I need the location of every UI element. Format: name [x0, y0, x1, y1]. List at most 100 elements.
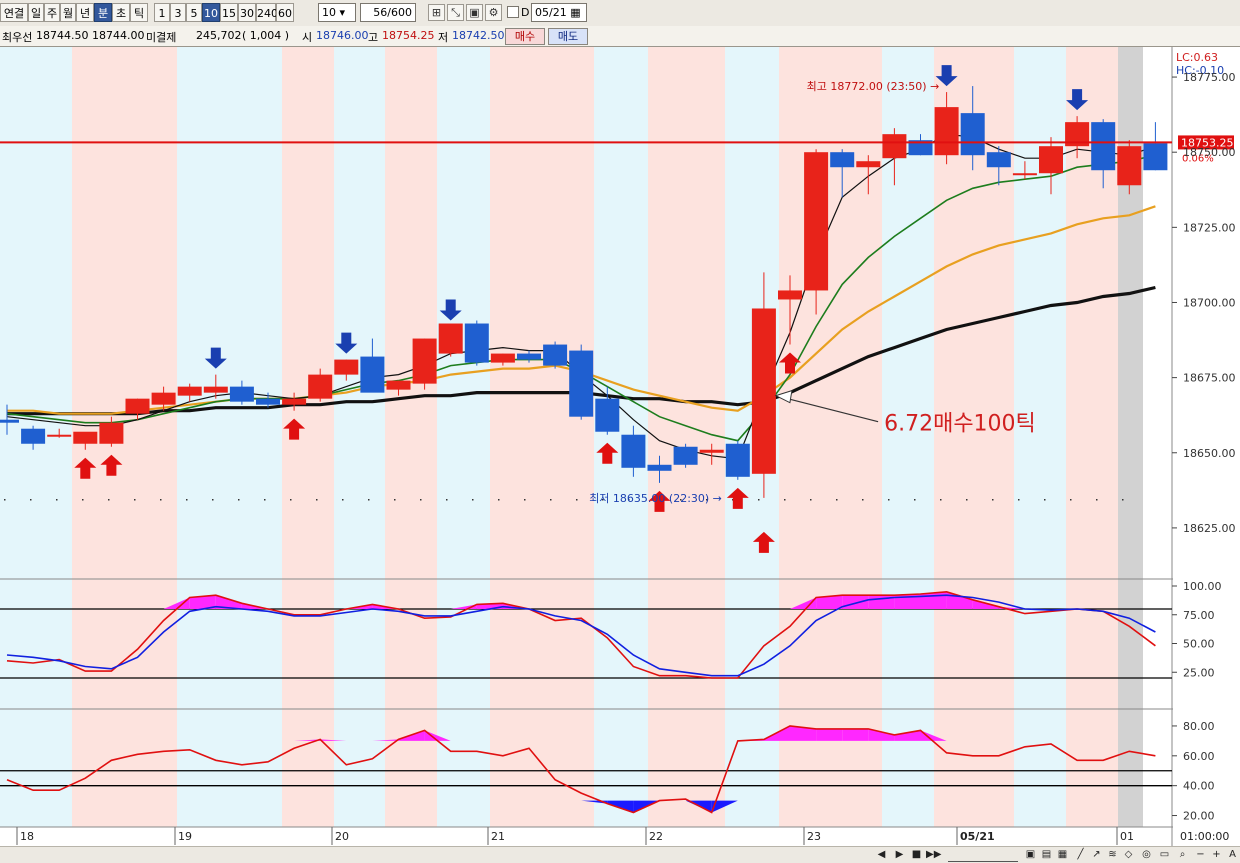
session-band: [334, 47, 385, 827]
period-button-2[interactable]: 주: [44, 3, 60, 22]
sell-button[interactable]: 매도: [548, 28, 588, 45]
dotted-level: [1044, 499, 1046, 501]
session-band: [490, 47, 594, 827]
dotted-level: [836, 499, 838, 501]
dotted-level: [550, 499, 552, 501]
period-button-14[interactable]: 240: [256, 3, 278, 22]
period-button-1[interactable]: 일: [28, 3, 44, 22]
dotted-level: [4, 499, 6, 501]
period-button-11[interactable]: 10: [202, 3, 220, 22]
candle-body: [1039, 146, 1063, 174]
shape-tool-icon[interactable]: ◇: [1122, 848, 1135, 861]
date-checkbox[interactable]: [507, 6, 519, 18]
y-tick-label: 18750.00: [1183, 146, 1236, 159]
candle-body: [673, 446, 698, 465]
open-label: 시: [302, 31, 313, 44]
scroll-left-icon[interactable]: ◀: [875, 848, 888, 861]
x-tick-label: 23: [807, 830, 821, 843]
time-label: 01:00:00: [1180, 830, 1229, 843]
period-button-4[interactable]: 년: [76, 3, 94, 22]
osc2-tick-label: 80.00: [1183, 720, 1215, 733]
dotted-level: [758, 499, 760, 501]
open-interest: 245,702: [196, 29, 242, 42]
period-button-0[interactable]: 연결: [0, 3, 28, 22]
period-button-7[interactable]: 틱: [130, 3, 148, 22]
y-tick-label: 18725.00: [1183, 221, 1236, 234]
period-button-8[interactable]: 1: [154, 3, 170, 22]
save-icon[interactable]: ▣: [466, 4, 483, 21]
period-button-6[interactable]: 초: [112, 3, 130, 22]
indicator-icon[interactable]: ⊞: [428, 4, 445, 21]
candle-body: [699, 449, 724, 453]
dotted-level: [56, 499, 58, 501]
buy-button[interactable]: 매수: [505, 28, 545, 45]
interval-select[interactable]: 10 ▾: [318, 3, 356, 22]
bar-count-field[interactable]: 56/600: [360, 3, 416, 22]
dotted-level: [1018, 499, 1020, 501]
fib-tool-icon[interactable]: ≋: [1106, 848, 1119, 861]
price-chart[interactable]: 18753.250.06%최고 18772.00 (23:50) →최저 186…: [0, 47, 1240, 846]
dotted-level: [940, 499, 942, 501]
osc2-tick-label: 40.00: [1183, 780, 1215, 793]
osc1-tick-label: 75.00: [1183, 609, 1215, 622]
y-tick-label: 18775.00: [1183, 71, 1236, 84]
stop-icon[interactable]: ■: [910, 848, 923, 861]
osc2-high-fill: [816, 728, 843, 741]
text-tool-icon[interactable]: A: [1226, 848, 1239, 861]
period-button-5[interactable]: 분: [94, 3, 112, 22]
dotted-level: [420, 499, 422, 501]
dotted-level: [524, 499, 526, 501]
candle-body: [151, 392, 176, 405]
y-tick-label: 18650.00: [1183, 447, 1236, 460]
dotted-level: [472, 499, 474, 501]
period-button-10[interactable]: 5: [186, 3, 202, 22]
period-button-15[interactable]: 60: [276, 3, 294, 22]
gear-icon[interactable]: ⚙: [485, 4, 502, 21]
candle-body: [647, 464, 672, 471]
plus-icon[interactable]: +: [1210, 848, 1223, 861]
zoom-slider[interactable]: [948, 848, 1018, 862]
dotted-level: [342, 499, 344, 501]
period-button-13[interactable]: 30: [238, 3, 256, 22]
osc1-tick-label: 50.00: [1183, 638, 1215, 651]
chart-toolbar: 연결 일 주 월 년 분 초 틱 1 3 5 10 15 30 240 60 10 ▾ 56/600 ⊞ ⤡ ▣ ⚙ D 05…: [0, 0, 1240, 27]
dotted-level: [446, 499, 448, 501]
grid-icon[interactable]: ▦: [1056, 848, 1069, 861]
box-tool-icon[interactable]: ▭: [1158, 848, 1171, 861]
compare-icon[interactable]: ⤡: [447, 4, 464, 21]
trend-tool-icon[interactable]: ↗: [1090, 848, 1103, 861]
period-button-3[interactable]: 월: [60, 3, 76, 22]
dotted-level: [316, 499, 318, 501]
osc2-tick-label: 60.00: [1183, 750, 1215, 763]
high-annotation: 최고 18772.00 (23:50) →: [807, 80, 940, 93]
line-tool-icon[interactable]: ╱: [1074, 848, 1087, 861]
play-icon[interactable]: ▶: [893, 848, 906, 861]
date-field[interactable]: 05/21 ▦: [531, 3, 587, 22]
candle-body: [778, 290, 802, 300]
fast-forward-icon[interactable]: ▶▶: [926, 848, 941, 861]
candle-body: [229, 386, 254, 402]
date-checkbox-label: D: [521, 6, 530, 19]
dotted-level: [368, 499, 370, 501]
dotted-level: [264, 499, 266, 501]
quote-info-bar: 최우선 18744.50 18744.00 미결제 245,702 ( 1,00…: [0, 26, 1240, 47]
dotted-level: [290, 499, 292, 501]
split-icon[interactable]: ▤: [1040, 848, 1053, 861]
trade-note: 6.72매수100틱: [884, 412, 1036, 437]
candle-body: [804, 152, 829, 291]
dotted-level: [134, 499, 136, 501]
osc1-overbought-fill: [842, 595, 869, 609]
candle-body: [412, 338, 437, 384]
layout-icon[interactable]: ▣: [1024, 848, 1037, 861]
zoom-icon[interactable]: ⌕: [1176, 848, 1189, 861]
lc-label: LC:0.63: [1176, 51, 1218, 64]
minus-icon[interactable]: −: [1194, 848, 1207, 861]
candle-body: [751, 308, 776, 474]
candle-body: [490, 353, 515, 363]
period-button-9[interactable]: 3: [170, 3, 186, 22]
marker-tool-icon[interactable]: ◎: [1140, 848, 1153, 861]
candle-body: [830, 152, 855, 168]
dotted-level: [1122, 499, 1124, 501]
best-bid: 18744.00: [92, 29, 145, 42]
period-button-12[interactable]: 15: [220, 3, 238, 22]
